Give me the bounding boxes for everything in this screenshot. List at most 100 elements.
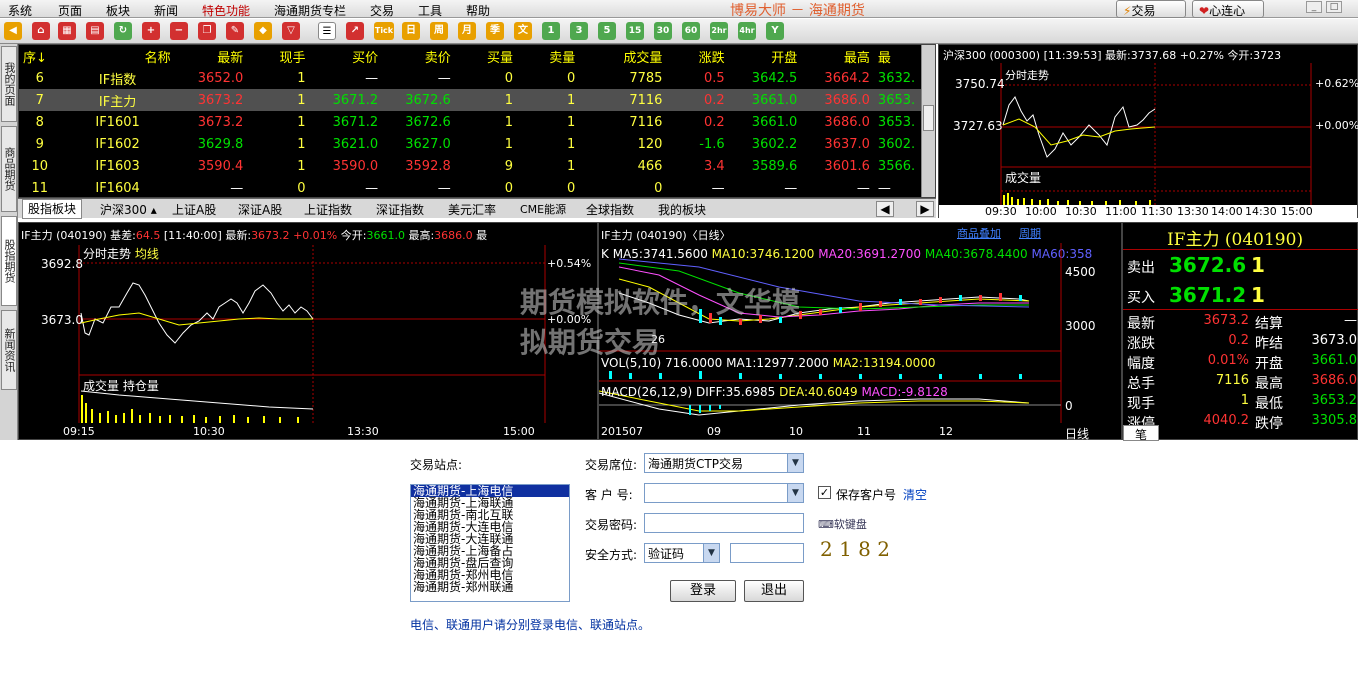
scroll-right-icon[interactable]: ▶ — [916, 201, 934, 217]
tab-global-index[interactable]: 全球指数 — [586, 201, 634, 218]
scroll-thumb[interactable] — [923, 105, 934, 131]
hr4-button[interactable]: 4hr — [738, 22, 756, 40]
zoom-in-icon[interactable]: + — [142, 22, 160, 40]
col-high[interactable]: 最高 — [801, 45, 874, 67]
menu-features[interactable]: 特色功能 — [202, 2, 250, 19]
min3-button[interactable]: 3 — [570, 22, 588, 40]
col-bidvol[interactable]: 买量 — [455, 45, 517, 67]
col-name[interactable]: 名称 — [61, 45, 175, 67]
tab-cme-energy[interactable]: CME能源 — [520, 201, 566, 217]
min1-button[interactable]: 1 — [542, 22, 560, 40]
menu-trade[interactable]: 交易 — [370, 2, 394, 19]
cell: 3664.2 — [824, 70, 870, 86]
side-tab-news[interactable]: 新闻资讯 — [1, 310, 17, 390]
login-button[interactable]: 登录 — [670, 580, 736, 602]
account-input[interactable]: ▼ — [644, 483, 804, 503]
heart-button-label: 心连心 — [1209, 4, 1246, 18]
hr2-button[interactable]: 2hr — [710, 22, 728, 40]
password-input[interactable] — [644, 513, 804, 533]
chevron-down-icon[interactable]: ▼ — [787, 484, 803, 502]
filter-icon[interactable]: ▽ — [282, 22, 300, 40]
col-ask[interactable]: 卖价 — [382, 45, 455, 67]
exit-button[interactable]: 退出 — [744, 580, 804, 602]
menu-help[interactable]: 帮助 — [466, 2, 490, 19]
chevron-down-icon[interactable]: ▼ — [703, 544, 719, 562]
table-row-selected[interactable]: 7 IF主力 3673.2 1 3671.2 3672.6 1 1 7116 0… — [19, 89, 921, 111]
security-select[interactable]: 验证码 ▼ — [644, 543, 720, 563]
zoom-out-icon[interactable]: − — [170, 22, 188, 40]
tick-button[interactable]: Tick — [374, 22, 394, 40]
cell: 3621.0 — [332, 136, 379, 152]
menu-tools[interactable]: 工具 — [418, 2, 442, 19]
min30-button[interactable]: 30 — [654, 22, 672, 40]
seat-select[interactable]: 海通期货CTP交易 ▼ — [644, 453, 804, 473]
tab-hs300[interactable]: 沪深300 ▴ — [100, 201, 157, 218]
heart-button[interactable]: ❤心连心 — [1192, 0, 1264, 18]
quarter-button[interactable]: 季 — [486, 22, 504, 40]
min5-button[interactable]: 5 — [598, 22, 616, 40]
tab-ticks[interactable]: 笔 — [1123, 425, 1159, 442]
col-seq[interactable]: 序↓ — [19, 45, 61, 67]
min15-button[interactable]: 15 — [626, 22, 644, 40]
side-tab-commodity[interactable]: 商品期货 — [1, 126, 17, 212]
min60-button[interactable]: 60 — [682, 22, 700, 40]
side-tab-my-page[interactable]: 我的页面 — [1, 46, 17, 122]
col-last[interactable]: 最新 — [175, 45, 248, 67]
grid-icon[interactable]: ▦ — [58, 22, 76, 40]
side-tab-index-futures[interactable]: 股指期货 — [1, 216, 17, 306]
col-curvol[interactable]: 现手 — [247, 45, 309, 67]
chart-line-icon[interactable]: ↗ — [346, 22, 364, 40]
year-button[interactable]: Y — [766, 22, 784, 40]
menu-sector[interactable]: 板块 — [106, 2, 130, 19]
refresh-icon[interactable]: ↻ — [114, 22, 132, 40]
soft-keyboard-button[interactable]: ⌨软键盘 — [818, 516, 867, 532]
weekly-button[interactable]: 周 — [430, 22, 448, 40]
tab-usd-rate[interactable]: 美元汇率 — [448, 201, 496, 218]
table-row[interactable]: 10 IF1603 3590.4 1 3590.0 3592.8 9 1 466… — [19, 155, 921, 177]
menu-news[interactable]: 新闻 — [154, 2, 178, 19]
pen-icon[interactable]: ✎ — [226, 22, 244, 40]
station-list[interactable]: 海通期货-上海电信 海通期货-上海联通 海通期货-南北互联 海通期货-大连电信 … — [410, 484, 570, 602]
table-row[interactable]: 9 IF1602 3629.8 1 3621.0 3627.0 1 1 120 … — [19, 133, 921, 155]
col-low[interactable]: 最 — [874, 45, 921, 67]
menu-haitong-column[interactable]: 海通期货专栏 — [274, 2, 346, 19]
cell: 8 — [35, 114, 44, 130]
col-bid[interactable]: 买价 — [310, 45, 383, 67]
daily-button[interactable]: 日 — [402, 22, 420, 40]
tab-sh-a[interactable]: 上证A股 — [172, 201, 216, 218]
tab-index-futures[interactable]: 股指板块 — [22, 199, 83, 219]
book-icon[interactable]: ▤ — [86, 22, 104, 40]
col-askvol[interactable]: 卖量 — [517, 45, 579, 67]
back-icon[interactable]: ◀ — [4, 22, 22, 40]
scroll-left-icon[interactable]: ◀ — [876, 201, 894, 217]
list-item[interactable]: 海通期货-郑州联通 — [411, 581, 569, 593]
clear-link[interactable]: 清空 — [903, 486, 927, 503]
tab-sh-index[interactable]: 上证指数 — [304, 201, 352, 218]
text-button[interactable]: 文 — [514, 22, 532, 40]
save-account-checkbox[interactable]: ✓ — [818, 486, 831, 499]
table-row[interactable]: 8 IF1601 3673.2 1 3671.2 3672.6 1 1 7116… — [19, 111, 921, 133]
table-row[interactable]: 11 IF1604 — 0 — — 0 0 0 — — — — — [19, 177, 921, 199]
col-open[interactable]: 开盘 — [729, 45, 802, 67]
watermark-line: 期货模拟软件，文华模 — [520, 286, 801, 319]
monthly-button[interactable]: 月 — [458, 22, 476, 40]
col-change[interactable]: 涨跌 — [666, 45, 728, 67]
trade-button[interactable]: ⚡交易 — [1116, 0, 1186, 18]
indicator-icon[interactable]: ◆ — [254, 22, 272, 40]
maximize-icon[interactable]: □ — [1326, 1, 1342, 13]
chevron-down-icon[interactable]: ▼ — [787, 454, 803, 472]
list-icon[interactable]: ☰ — [318, 22, 336, 40]
col-volume[interactable]: 成交量 — [579, 45, 666, 67]
home-icon[interactable]: ⌂ — [32, 22, 50, 40]
windows-icon[interactable]: ❐ — [198, 22, 216, 40]
tab-sz-index[interactable]: 深证指数 — [376, 201, 424, 218]
table-row[interactable]: 6 IF指数 3652.0 1 — — 0 0 7785 0.5 3642.5 … — [19, 67, 921, 89]
menu-system[interactable]: 系统 — [8, 2, 32, 19]
captcha-input[interactable] — [730, 543, 804, 563]
tab-my-sector[interactable]: 我的板块 — [658, 201, 706, 218]
menu-page[interactable]: 页面 — [58, 2, 82, 19]
quote-scrollbar[interactable] — [921, 45, 935, 197]
minimize-icon[interactable]: _ — [1306, 1, 1322, 13]
tab-sz-a[interactable]: 深证A股 — [238, 201, 282, 218]
captcha-image[interactable]: 2 1 8 2 — [820, 537, 890, 561]
